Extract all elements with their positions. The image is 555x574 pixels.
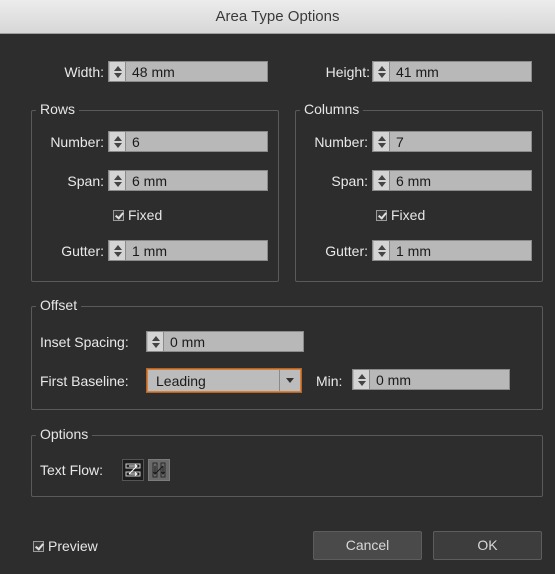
rows-span-value: 6 mm: [132, 172, 167, 189]
columns-fixed-checkbox[interactable]: Fixed: [376, 207, 425, 223]
columns-number-label: Number:: [314, 134, 368, 150]
rows-flow-icon[interactable]: [122, 459, 144, 481]
height-value: 41 mm: [396, 63, 439, 80]
rows-title: Rows: [36, 101, 80, 117]
height-stepper-icon[interactable]: [374, 62, 390, 81]
offset-group: [31, 306, 543, 410]
checkmark-icon: [113, 209, 124, 221]
text-flow-label: Text Flow:: [40, 462, 104, 478]
rows-number-value: 6: [132, 133, 140, 150]
rows-number-label: Number:: [50, 134, 104, 150]
rows-gutter-label: Gutter:: [61, 243, 104, 259]
columns-span-field[interactable]: 6 mm: [372, 170, 532, 191]
rows-gutter-field[interactable]: 1 mm: [108, 240, 268, 261]
offset-title: Offset: [36, 297, 82, 313]
columns-gutter-field[interactable]: 1 mm: [372, 240, 532, 261]
inset-spacing-value: 0 mm: [170, 333, 205, 350]
window-title: Area Type Options: [0, 0, 555, 34]
columns-number-value: 7: [396, 133, 404, 150]
rows-gutter-stepper-icon[interactable]: [110, 241, 126, 260]
inset-spacing-label: Inset Spacing:: [40, 334, 129, 350]
min-field[interactable]: 0 mm: [352, 369, 510, 390]
options-group: [31, 435, 543, 497]
inset-spacing-stepper-icon[interactable]: [148, 332, 164, 351]
columns-span-label: Span:: [331, 173, 368, 189]
rows-number-stepper-icon[interactable]: [110, 132, 126, 151]
first-baseline-select[interactable]: Leading: [147, 369, 301, 392]
height-label: Height:: [325, 64, 370, 80]
width-value: 48 mm: [132, 63, 175, 80]
rows-gutter-value: 1 mm: [132, 242, 167, 259]
min-value: 0 mm: [376, 371, 411, 388]
checkmark-icon: [33, 540, 44, 552]
checkmark-icon: [376, 209, 387, 221]
columns-number-field[interactable]: 7: [372, 131, 532, 152]
columns-number-stepper-icon[interactable]: [374, 132, 390, 151]
preview-label: Preview: [48, 538, 98, 554]
inset-spacing-field[interactable]: 0 mm: [146, 331, 304, 352]
chevron-down-icon: [279, 370, 300, 391]
rows-fixed-checkbox[interactable]: Fixed: [113, 207, 162, 223]
columns-span-stepper-icon[interactable]: [374, 171, 390, 190]
preview-checkbox[interactable]: Preview: [33, 538, 98, 554]
min-label: Min:: [316, 373, 343, 389]
width-stepper-icon[interactable]: [110, 62, 126, 81]
first-baseline-value: Leading: [156, 372, 206, 389]
height-field[interactable]: 41 mm: [372, 61, 532, 82]
cancel-button[interactable]: Cancel: [313, 531, 422, 560]
rows-span-stepper-icon[interactable]: [110, 171, 126, 190]
min-stepper-icon[interactable]: [354, 370, 370, 389]
columns-gutter-value: 1 mm: [396, 242, 431, 259]
rows-number-field[interactable]: 6: [108, 131, 268, 152]
width-label: Width:: [64, 64, 104, 80]
columns-fixed-label: Fixed: [391, 207, 426, 223]
rows-fixed-label: Fixed: [128, 207, 163, 223]
columns-title: Columns: [300, 101, 364, 117]
columns-flow-icon[interactable]: [148, 459, 170, 481]
columns-span-value: 6 mm: [396, 172, 431, 189]
columns-gutter-stepper-icon[interactable]: [374, 241, 390, 260]
rows-span-field[interactable]: 6 mm: [108, 170, 268, 191]
options-title: Options: [36, 426, 93, 442]
rows-span-label: Span:: [67, 173, 104, 189]
ok-button[interactable]: OK: [433, 531, 542, 560]
first-baseline-label: First Baseline:: [40, 373, 129, 389]
columns-gutter-label: Gutter:: [325, 243, 368, 259]
width-field[interactable]: 48 mm: [108, 61, 268, 82]
